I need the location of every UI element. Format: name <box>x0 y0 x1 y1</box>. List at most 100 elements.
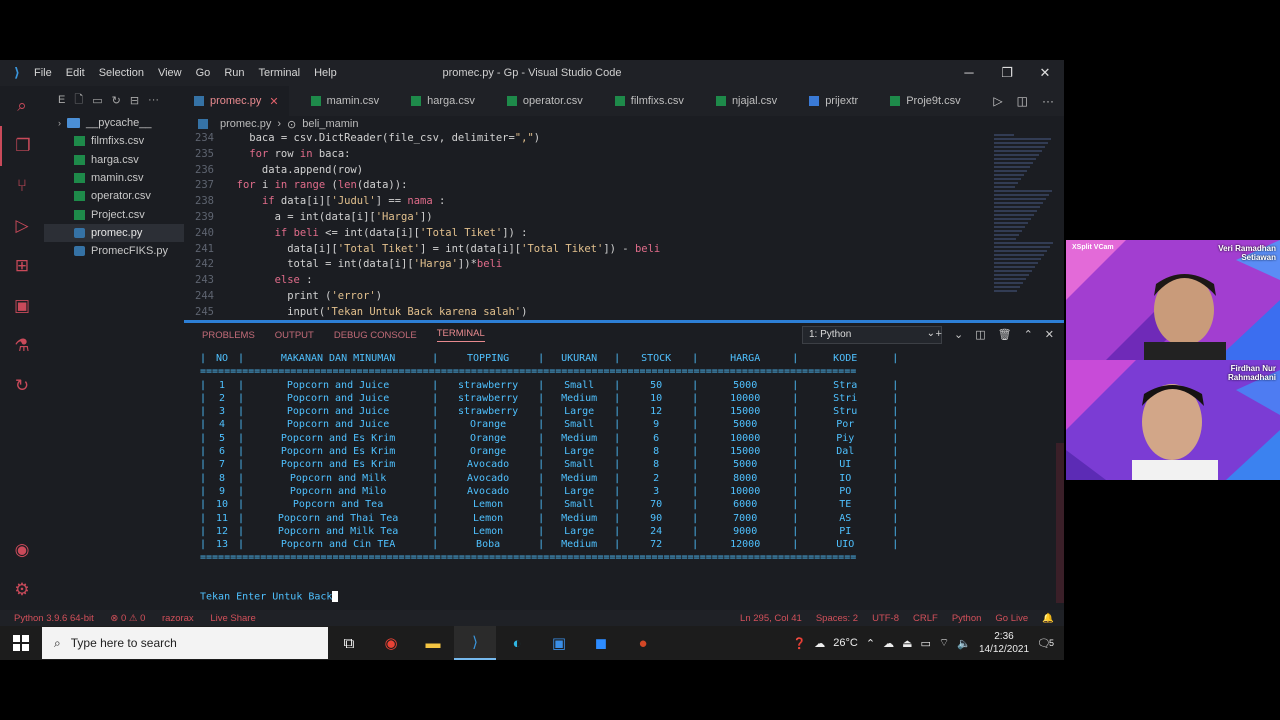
tree-item[interactable]: filmfixs.csv <box>44 132 184 150</box>
terminal-output[interactable]: | NO | MAKANAN DAN MINUMAN | TOPPING | UKURAN | S… <box>200 353 898 566</box>
onedrive-icon[interactable]: ☁ <box>883 637 894 650</box>
refresh-icon[interactable]: ↻ <box>112 94 121 107</box>
volume-icon[interactable]: 🔈 <box>957 637 971 650</box>
remote-explorer-icon[interactable]: ▣ <box>0 286 44 326</box>
table-cell: 90 <box>650 512 663 524</box>
maximize-panel-icon[interactable]: ⌃ <box>1024 328 1033 341</box>
panel-tab-debug-console[interactable]: DEBUG CONSOLE <box>334 330 417 341</box>
line-ending[interactable]: CRLF <box>913 613 938 624</box>
edge-icon[interactable]: ◐ <box>496 626 538 660</box>
new-terminal-icon[interactable]: + <box>936 328 942 341</box>
breadcrumb-file[interactable]: promec.py <box>220 118 271 130</box>
menu-selection[interactable]: Selection <box>99 67 144 79</box>
chrome-icon[interactable]: ◉ <box>370 626 412 660</box>
tree-item[interactable]: PromecFIKS.py <box>44 242 184 260</box>
problems-count[interactable]: ⊗ 0 ⚠ 0 <box>110 613 145 624</box>
extensions-icon[interactable]: ⊞ <box>0 246 44 286</box>
close-panel-icon[interactable]: ✕ <box>1045 328 1054 341</box>
account-icon[interactable]: ◉ <box>0 530 44 570</box>
tree-item[interactable]: promec.py <box>44 223 184 243</box>
menu-view[interactable]: View <box>158 67 182 79</box>
panel-tab-terminal[interactable]: TERMINAL <box>436 328 485 342</box>
battery-icon[interactable]: ▭ <box>921 637 931 650</box>
clock[interactable]: 2:36 14/12/2021 <box>979 630 1029 656</box>
tree-item[interactable]: harga.csv <box>44 151 184 169</box>
tree-item[interactable]: Project.csv <box>44 205 184 223</box>
close-icon[interactable]: ✕ <box>1026 60 1064 86</box>
minimize-icon[interactable]: ─ <box>950 60 988 86</box>
tab-njajal-csv[interactable]: njajal.csv <box>706 86 787 116</box>
photos-icon[interactable]: ▣ <box>538 626 580 660</box>
tree-item[interactable]: › __pycache__ <box>44 114 184 132</box>
start-button[interactable] <box>0 626 42 660</box>
menu-go[interactable]: Go <box>196 67 211 79</box>
tab-proje9t-csv[interactable]: Proje9t.csv <box>880 86 970 116</box>
restore-icon[interactable]: ❐ <box>988 60 1026 86</box>
cursor-position[interactable]: Ln 295, Col 41 <box>740 613 802 624</box>
encoding[interactable]: UTF-8 <box>872 613 899 624</box>
tab-operator-csv[interactable]: operator.csv <box>497 86 593 116</box>
code-editor[interactable]: 234 baca = csv.DictReader(file_csv, deli… <box>184 132 990 320</box>
more-icon[interactable]: ··· <box>148 94 159 106</box>
more-actions-icon[interactable]: ··· <box>1042 94 1054 108</box>
run-debug-icon[interactable]: ▷ <box>0 206 44 246</box>
menu-terminal[interactable]: Terminal <box>259 67 301 79</box>
testing-icon[interactable]: ⚗ <box>0 326 44 366</box>
minimap[interactable] <box>990 132 1064 320</box>
close-tab-icon[interactable]: ✕ <box>269 95 278 108</box>
trash-icon[interactable]: 🗑 <box>998 328 1012 341</box>
go-live-button[interactable]: Go Live <box>995 613 1028 624</box>
table-cell: Popcorn and Milo <box>289 485 387 497</box>
tab-harga-csv[interactable]: harga.csv <box>401 86 485 116</box>
source-control-icon[interactable]: ⑂ <box>0 166 44 206</box>
new-file-icon[interactable]: 🗋 <box>74 91 83 110</box>
indentation[interactable]: Spaces: 2 <box>816 613 858 624</box>
menu-help[interactable]: Help <box>314 67 337 79</box>
search-icon[interactable]: ⌕ <box>0 86 44 126</box>
tree-item[interactable]: mamin.csv <box>44 169 184 187</box>
live-share-status[interactable]: Live Share <box>210 613 255 624</box>
collapse-icon[interactable]: ⊟ <box>130 94 139 107</box>
usb-icon[interactable]: ⏏ <box>902 637 912 650</box>
table-row: | 10 | Popcorn and Tea | Lemon | Small | 70 | 6000 |… <box>200 499 898 512</box>
table-cell: Orange <box>470 419 507 431</box>
terminal-select[interactable]: 1: Python ⌄ <box>802 326 942 344</box>
tab-mamin-csv[interactable]: mamin.csv <box>301 86 390 116</box>
powerpoint-icon[interactable]: ● <box>622 626 664 660</box>
split-editor-icon[interactable]: ◫ <box>1017 94 1028 108</box>
run-icon[interactable]: ▷ <box>993 94 1002 108</box>
tab-promec-py[interactable]: promec.py ✕ <box>184 86 289 116</box>
vscode-taskbar-icon[interactable]: ⟩ <box>454 626 496 660</box>
zoom-icon[interactable]: ◼ <box>580 626 622 660</box>
panel-tab-problems[interactable]: PROBLEMS <box>202 330 255 341</box>
panel-tab-output[interactable]: OUTPUT <box>275 330 314 341</box>
menu-file[interactable]: File <box>34 67 52 79</box>
menu-run[interactable]: Run <box>224 67 244 79</box>
bell-icon[interactable]: 🔔 <box>1042 613 1054 624</box>
menu-edit[interactable]: Edit <box>66 67 85 79</box>
gear-icon[interactable]: ⚙ <box>0 570 44 610</box>
file-explorer-icon[interactable]: ▬ <box>412 626 454 660</box>
chevron-up-icon[interactable]: ⌃ <box>866 637 875 650</box>
tab-prijextr[interactable]: prijextr <box>799 86 868 116</box>
new-folder-icon[interactable]: ▭ <box>92 94 102 107</box>
live-share-icon[interactable]: ↻ <box>0 366 44 406</box>
tab-filmfixs-csv[interactable]: filmfixs.csv <box>605 86 694 116</box>
terminal-scrollbar[interactable] <box>1056 443 1064 603</box>
file-tree: › __pycache__ filmfixs.csv harga.csv mamin.c… <box>44 114 184 260</box>
help-icon[interactable]: ❓ <box>793 637 807 650</box>
user-account[interactable]: razorax <box>162 613 194 624</box>
weather-temp[interactable]: 26°C <box>833 637 858 649</box>
tree-item[interactable]: operator.csv <box>44 187 184 205</box>
taskbar-search[interactable]: ⌕ Type here to search <box>42 627 328 659</box>
explorer-icon[interactable]: ❐ <box>0 126 44 166</box>
task-view-icon[interactable]: ⧉ <box>328 626 370 660</box>
explorer-header: E <box>58 94 66 106</box>
python-interpreter[interactable]: Python 3.9.6 64-bit <box>14 613 94 624</box>
split-terminal-icon[interactable]: ◫ <box>975 328 985 341</box>
wifi-icon[interactable]: ⌔ <box>939 636 949 650</box>
line-number: 235 <box>195 147 214 160</box>
language-mode[interactable]: Python <box>952 613 982 624</box>
breadcrumb-symbol[interactable]: beli_mamin <box>302 118 358 130</box>
chevron-down-icon[interactable]: ⌄ <box>954 328 963 341</box>
